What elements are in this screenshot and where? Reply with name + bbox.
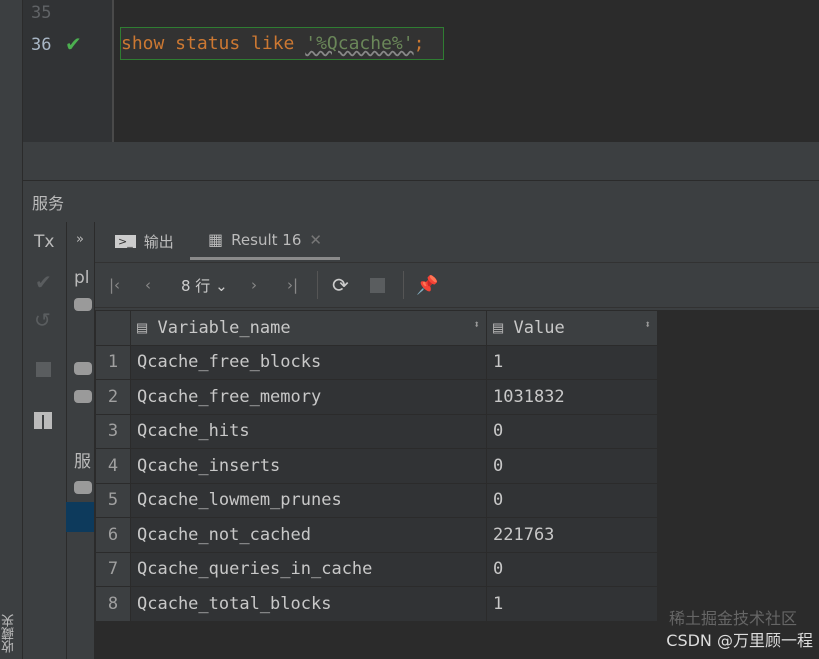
console-icon: >_ xyxy=(115,234,136,248)
cell-variable-name[interactable]: Qcache_free_blocks xyxy=(130,344,487,380)
watermark: CSDN @万里顾一程 xyxy=(666,631,813,650)
results-table: ▤ Variable_name ⬍ ▤ Value ⬍ 1 Qcache_free_b… xyxy=(95,310,658,622)
cell-value[interactable]: 1 xyxy=(486,344,658,380)
divider xyxy=(317,271,318,299)
cell-variable-name[interactable]: Qcache_free_memory xyxy=(130,379,487,415)
tree-item[interactable]: 服 xyxy=(74,447,94,472)
column-header-label: Variable_name xyxy=(157,317,291,338)
cell-variable-name[interactable]: Qcache_queries_in_cache xyxy=(130,551,487,587)
pin-icon[interactable]: 📌 xyxy=(416,275,438,296)
cell-value[interactable]: 0 xyxy=(486,448,658,484)
column-header-value[interactable]: ▤ Value ⬍ xyxy=(486,310,658,346)
divider xyxy=(403,271,404,299)
expand-icon[interactable]: » xyxy=(76,232,84,247)
cell-variable-name[interactable]: Qcache_lowmem_prunes xyxy=(130,482,487,518)
line-number: 35 xyxy=(31,3,52,23)
row-count-label: 8 行 xyxy=(181,276,211,295)
code-string: '%Qcache%' xyxy=(305,33,414,54)
table-row[interactable]: 8 Qcache_total_blocks 1 xyxy=(95,586,658,622)
code-line[interactable]: show status like '%Qcache%'; xyxy=(121,33,424,54)
next-page-icon[interactable]: › xyxy=(251,276,287,294)
left-tool-strip: 收藏夹 xyxy=(0,0,23,659)
row-number-header xyxy=(95,310,131,346)
row-number: 5 xyxy=(95,482,131,518)
cell-value[interactable]: 0 xyxy=(486,413,658,449)
cell-value[interactable]: 0 xyxy=(486,551,658,587)
row-number: 1 xyxy=(95,344,131,380)
transaction-toolbar: Tx ✔ ↺ xyxy=(22,222,67,659)
layout-icon[interactable] xyxy=(34,412,52,429)
column-header-variable-name[interactable]: ▤ Variable_name ⬍ xyxy=(130,310,487,346)
services-title: 服务 xyxy=(32,194,65,213)
cell-value[interactable]: 1031832 xyxy=(486,379,658,415)
check-icon: ✔ xyxy=(65,32,82,56)
tx-mode-button[interactable]: Tx xyxy=(34,232,54,252)
watermark-juejin: 稀土掘金技术社区 xyxy=(668,609,797,628)
results-toolbar: |‹ ‹ 8 行 ⌄ › ›| ⟳ 📌 xyxy=(95,262,819,308)
table-row[interactable]: 7 Qcache_queries_in_cache 0 xyxy=(95,551,658,587)
tab-label: Result 16 xyxy=(231,230,302,249)
stop-icon[interactable] xyxy=(36,362,51,377)
tab-output[interactable]: >_ 输出 xyxy=(115,222,174,260)
row-number: 4 xyxy=(95,448,131,484)
code-keyword: show status like xyxy=(121,33,306,54)
table-row[interactable]: 1 Qcache_free_blocks 1 xyxy=(95,344,658,380)
services-tree: » pl 服 xyxy=(66,222,95,659)
sql-editor[interactable] xyxy=(23,0,819,142)
row-number: 2 xyxy=(95,379,131,415)
rollback-icon[interactable]: ↺ xyxy=(34,308,51,332)
selected-tree-row[interactable] xyxy=(66,502,94,532)
column-icon: ▤ xyxy=(137,317,148,338)
table-icon: ▦ xyxy=(208,230,224,249)
row-number: 7 xyxy=(95,551,131,587)
cell-variable-name[interactable]: Qcache_total_blocks xyxy=(130,586,487,622)
connection-icon xyxy=(74,362,92,375)
close-icon[interactable]: ✕ xyxy=(309,231,322,249)
cell-value[interactable]: 1 xyxy=(486,586,658,622)
splitter[interactable] xyxy=(23,142,819,181)
results-panel: >_ 输出 ▦ Result 16 ✕ |‹ ‹ 8 行 ⌄ › ›| ⟳ 📌 … xyxy=(95,222,819,659)
line-number: 36 xyxy=(31,35,52,55)
row-number: 8 xyxy=(95,586,131,622)
sort-icon[interactable]: ⬍ xyxy=(473,318,480,331)
connection-icon xyxy=(74,390,92,403)
code-end: ; xyxy=(413,33,425,54)
tab-label: 输出 xyxy=(143,232,174,251)
refresh-icon[interactable]: ⟳ xyxy=(332,273,370,297)
tab-result-16[interactable]: ▦ Result 16 ✕ xyxy=(190,222,340,260)
table-row[interactable]: 6 Qcache_not_cached 221763 xyxy=(95,517,658,553)
favorites-tab[interactable]: 收藏夹 xyxy=(0,614,19,653)
cell-variable-name[interactable]: Qcache_not_cached xyxy=(130,517,487,553)
cell-value[interactable]: 0 xyxy=(486,482,658,518)
first-page-icon[interactable]: |‹ xyxy=(109,276,145,294)
line-gutter: 35 36 ✔ xyxy=(23,0,114,142)
table-row[interactable]: 2 Qcache_free_memory 1031832 xyxy=(95,379,658,415)
commit-icon[interactable]: ✔ xyxy=(35,270,52,294)
table-row[interactable]: 4 Qcache_inserts 0 xyxy=(95,448,658,484)
column-icon: ▤ xyxy=(493,317,504,338)
row-count-dropdown[interactable]: 8 行 ⌄ xyxy=(181,275,251,296)
previous-page-icon[interactable]: ‹ xyxy=(145,276,181,294)
column-header-label: Value xyxy=(513,317,565,338)
cell-variable-name[interactable]: Qcache_hits xyxy=(130,413,487,449)
sort-icon[interactable]: ⬍ xyxy=(644,318,651,331)
stop-icon[interactable] xyxy=(370,277,385,293)
cell-variable-name[interactable]: Qcache_inserts xyxy=(130,448,487,484)
row-number: 3 xyxy=(95,413,131,449)
table-row[interactable]: 5 Qcache_lowmem_prunes 0 xyxy=(95,482,658,518)
connection-icon xyxy=(74,481,92,494)
connection-icon xyxy=(74,298,92,311)
last-page-icon[interactable]: ›| xyxy=(287,276,317,294)
row-number: 6 xyxy=(95,517,131,553)
tree-item[interactable]: pl xyxy=(74,268,94,288)
table-row[interactable]: 3 Qcache_hits 0 xyxy=(95,413,658,449)
cell-value[interactable]: 221763 xyxy=(486,517,658,553)
